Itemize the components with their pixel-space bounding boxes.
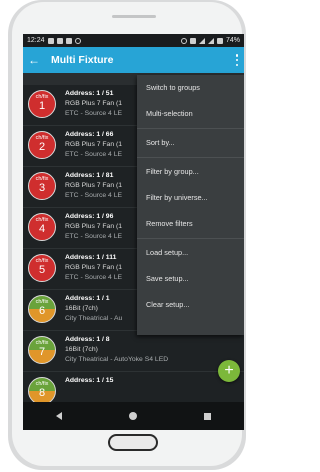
fixture-row[interactable]: ch/fix 7 Address: 1 / 8 16Bit (7ch) City The… xyxy=(23,331,244,372)
nfc-icon xyxy=(47,37,54,44)
fixture-badge: ch/fix 1 xyxy=(28,90,56,118)
fixture-number: 4 xyxy=(38,223,46,235)
vibrate-icon xyxy=(189,37,196,44)
fixture-badge: ch/fix 4 xyxy=(28,213,56,241)
phone-home-button[interactable] xyxy=(108,434,158,451)
fixture-type: 16Bit (7ch) xyxy=(65,346,98,353)
phone-speaker xyxy=(112,15,156,18)
fixture-number: 5 xyxy=(38,264,46,276)
fixture-number: 8 xyxy=(38,387,46,399)
fixture-badge: ch/fix 6 xyxy=(28,295,56,323)
fixture-number: 1 xyxy=(38,100,46,112)
battery-level: 74% xyxy=(225,37,240,44)
battery-icon xyxy=(216,37,223,44)
menu-item-filter-by-group[interactable]: Filter by group... xyxy=(137,159,244,185)
status-bar: 12:24 74% xyxy=(23,34,244,47)
menu-divider xyxy=(137,238,244,239)
menu-item-load-setup[interactable]: Load setup... xyxy=(137,240,244,266)
add-fixture-button[interactable]: + xyxy=(218,360,240,382)
menu-item-save-setup[interactable]: Save setup... xyxy=(137,266,244,292)
fixture-info: Address: 1 / 8 16Bit (7ch) City Theatrical… xyxy=(65,335,240,365)
image-icon xyxy=(56,37,63,44)
back-arrow-icon[interactable]: ← xyxy=(23,53,45,67)
nav-recents-icon[interactable] xyxy=(203,412,211,420)
menu-item-remove-filters[interactable]: Remove filters xyxy=(137,211,244,237)
menu-item-filter-by-universe[interactable]: Filter by universe... xyxy=(137,185,244,211)
fixture-number: 7 xyxy=(38,346,46,358)
nav-home-icon[interactable] xyxy=(128,412,137,420)
app-bar: ← Multi Fixture xyxy=(23,47,244,73)
fixture-badge: ch/fix 7 xyxy=(28,336,56,364)
system-nav-bar xyxy=(23,402,244,430)
alarm-icon xyxy=(180,37,187,44)
fixture-badge: ch/fix 2 xyxy=(28,131,56,159)
fixture-number: 3 xyxy=(38,182,46,194)
menu-item-clear-setup[interactable]: Clear setup... xyxy=(137,292,244,318)
fixture-number: 6 xyxy=(38,305,46,317)
menu-item-switch-to-groups[interactable]: Switch to groups xyxy=(137,75,244,101)
menu-item-multi-selection[interactable]: Multi-selection xyxy=(137,101,244,127)
image-icon xyxy=(74,37,81,44)
wifi-icon xyxy=(198,37,205,44)
app-screen: 12:24 74% ← Multi Fixture Fixtur ch/fix1… xyxy=(23,34,244,430)
fixture-badge: ch/fix 5 xyxy=(28,254,56,282)
fixture-address: Address: 1 / 15 xyxy=(65,377,114,384)
menu-divider xyxy=(137,128,244,129)
status-time: 12:24 xyxy=(27,37,45,44)
image-icon xyxy=(65,37,72,44)
fixture-address: Address: 1 / 8 xyxy=(65,336,110,343)
nav-back-icon[interactable] xyxy=(56,412,63,420)
menu-item-sort-by[interactable]: Sort by... xyxy=(137,130,244,156)
overflow-menu: Switch to groups Multi-selection Sort by… xyxy=(137,75,244,335)
menu-divider xyxy=(137,157,244,158)
overflow-menu-icon[interactable] xyxy=(234,54,240,66)
page-title: Multi Fixture xyxy=(51,54,114,66)
fixture-badge: ch/fix 3 xyxy=(28,172,56,200)
signal-icon xyxy=(207,37,214,44)
fixture-info: Address: 1 / 15 xyxy=(65,376,240,386)
fixture-number: 2 xyxy=(38,141,46,153)
fixture-badge: ch/fix 8 xyxy=(28,377,56,405)
fixture-source: City Theatrical - AutoYoke S4 LED xyxy=(65,356,169,363)
